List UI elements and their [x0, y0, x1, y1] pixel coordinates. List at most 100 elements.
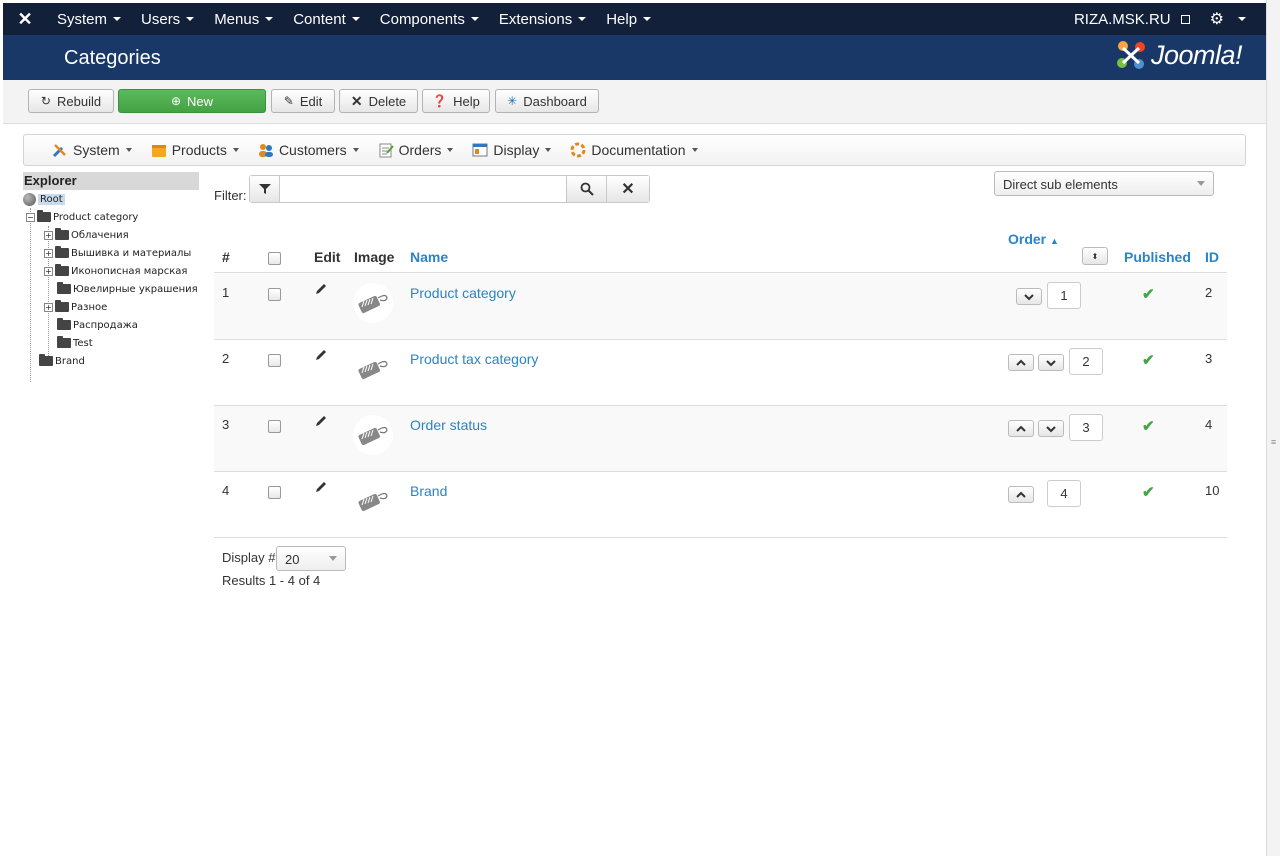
pencil-icon[interactable] [314, 414, 328, 428]
nav-menu-components[interactable]: Components [370, 3, 489, 35]
col-image: Image [354, 249, 395, 265]
chevron-down-icon [1197, 181, 1205, 186]
nav-menu-system[interactable]: System [47, 3, 131, 35]
published-check-icon[interactable]: ✔ [1142, 483, 1155, 501]
submenu-system[interactable]: System [52, 142, 132, 158]
order-up-button[interactable] [1008, 354, 1034, 371]
vertical-scrollbar[interactable]: ≡ [1266, 0, 1280, 856]
help-label: Help [453, 93, 480, 109]
category-name-link[interactable]: Product tax category [410, 351, 538, 367]
caret-down-icon [113, 17, 122, 21]
order-input[interactable]: 1 [1047, 282, 1081, 309]
list-limit-select[interactable]: 20 [276, 546, 346, 571]
order-down-button[interactable] [1038, 420, 1064, 437]
tree-node[interactable]: Распродажа [57, 318, 138, 332]
scope-select-value: Direct sub elements [1003, 177, 1118, 192]
edit-label: Edit [299, 93, 323, 109]
new-button[interactable]: ⊕ New [118, 89, 266, 113]
dashboard-button[interactable]: ✳ Dashboard [495, 89, 599, 113]
nav-menu-content[interactable]: Content [283, 3, 370, 35]
delete-label: Delete [368, 93, 407, 109]
tree-node-product-category[interactable]: − Product category [26, 210, 138, 224]
folder-icon [57, 318, 71, 330]
row-checkbox[interactable] [268, 288, 281, 301]
joomla-wordmark: Joomla! [1150, 39, 1243, 70]
scope-select[interactable]: Direct sub elements [994, 171, 1214, 196]
submenu-customers[interactable]: Customers [258, 142, 359, 158]
pencil-icon[interactable] [314, 480, 328, 494]
row-checkbox[interactable] [268, 420, 281, 433]
category-name-link[interactable]: Order status [410, 417, 487, 433]
tree-line [30, 208, 31, 382]
col-published-sort[interactable]: Published [1124, 249, 1191, 265]
order-up-button[interactable] [1008, 420, 1034, 437]
close-icon: ✕ [350, 92, 363, 109]
filter-search-input[interactable] [279, 176, 567, 202]
tree-node-label: Root [38, 193, 65, 205]
row-checkbox[interactable] [268, 486, 281, 499]
tree-node-root[interactable]: Root [23, 192, 65, 206]
pencil-icon[interactable] [314, 282, 328, 296]
tree-node[interactable]: + Вышивка и материалы [44, 246, 191, 260]
row-checkbox[interactable] [268, 354, 281, 367]
order-down-button[interactable] [1038, 354, 1064, 371]
col-name-sort[interactable]: Name [410, 249, 448, 265]
submenu-orders[interactable]: Orders [378, 142, 454, 158]
col-id-sort[interactable]: ID [1205, 249, 1219, 265]
order-down-button[interactable] [1016, 288, 1042, 305]
tree-node-brand[interactable]: Brand [39, 354, 85, 368]
tree-node[interactable]: + Разное [44, 300, 107, 314]
tree-node[interactable]: + Иконописная марская [44, 264, 187, 278]
chevron-down-icon [1046, 425, 1056, 432]
user-settings-menu[interactable]: ⚙ [1200, 3, 1266, 35]
published-check-icon[interactable]: ✔ [1142, 417, 1155, 435]
expand-icon[interactable]: + [44, 302, 53, 312]
joomla-menu-icon[interactable]: ✕ [3, 3, 47, 35]
row-id: 10 [1205, 483, 1220, 498]
expand-icon[interactable]: + [44, 266, 53, 276]
chevron-up-icon [1016, 359, 1026, 366]
expand-icon[interactable]: + [44, 230, 53, 240]
save-order-button[interactable]: ⬍ [1082, 247, 1108, 265]
delete-button[interactable]: ✕ Delete [339, 89, 418, 113]
expand-icon[interactable]: + [44, 248, 53, 258]
col-order-sort[interactable]: Order ▲ [1008, 231, 1059, 247]
tree-node-label: Вышивка и материалы [71, 247, 192, 259]
order-input[interactable]: 2 [1069, 348, 1103, 375]
tree-node[interactable]: Ювелирные украшения [57, 282, 198, 296]
nav-menu-users[interactable]: Users [131, 3, 204, 35]
nav-menu-menus[interactable]: Menus [204, 3, 283, 35]
published-check-icon[interactable]: ✔ [1142, 351, 1155, 369]
row-id: 2 [1205, 285, 1213, 300]
nav-menu-help[interactable]: Help [596, 3, 661, 35]
customers-icon [258, 144, 273, 157]
tree-node[interactable]: + Облачения [44, 228, 129, 242]
tree-node[interactable]: Test [57, 336, 93, 350]
folder-icon [55, 228, 69, 240]
category-name-link[interactable]: Brand [410, 483, 447, 499]
nav-menu-extensions[interactable]: Extensions [489, 3, 596, 35]
help-button[interactable]: ❓ Help [422, 89, 490, 113]
nav-menu-label: Content [293, 10, 346, 28]
select-all-checkbox[interactable] [268, 252, 281, 265]
tree-node-label: Иконописная марская [71, 265, 188, 277]
submenu-documentation[interactable]: Documentation [570, 142, 698, 158]
category-name-link[interactable]: Product category [410, 285, 516, 301]
caret-down-icon [186, 17, 195, 21]
edit-icon: ✎ [283, 94, 294, 108]
order-input[interactable]: 4 [1047, 480, 1081, 507]
published-check-icon[interactable]: ✔ [1142, 285, 1155, 303]
search-button[interactable] [567, 176, 607, 202]
order-input[interactable]: 3 [1069, 414, 1103, 441]
submenu-products[interactable]: Products [151, 142, 239, 158]
edit-button[interactable]: ✎ Edit [271, 89, 335, 113]
rebuild-button[interactable]: ↻ Rebuild [28, 89, 114, 113]
site-link[interactable]: RIZA.MSK.RU [1064, 3, 1200, 35]
collapse-icon[interactable]: − [26, 212, 35, 222]
filter-options-button[interactable] [250, 176, 279, 202]
submenu-display[interactable]: Display [472, 142, 552, 158]
pencil-icon[interactable] [314, 348, 328, 362]
dashboard-label: Dashboard [523, 93, 587, 109]
order-up-button[interactable] [1008, 486, 1034, 503]
clear-filter-button[interactable]: ✕ [607, 176, 649, 202]
